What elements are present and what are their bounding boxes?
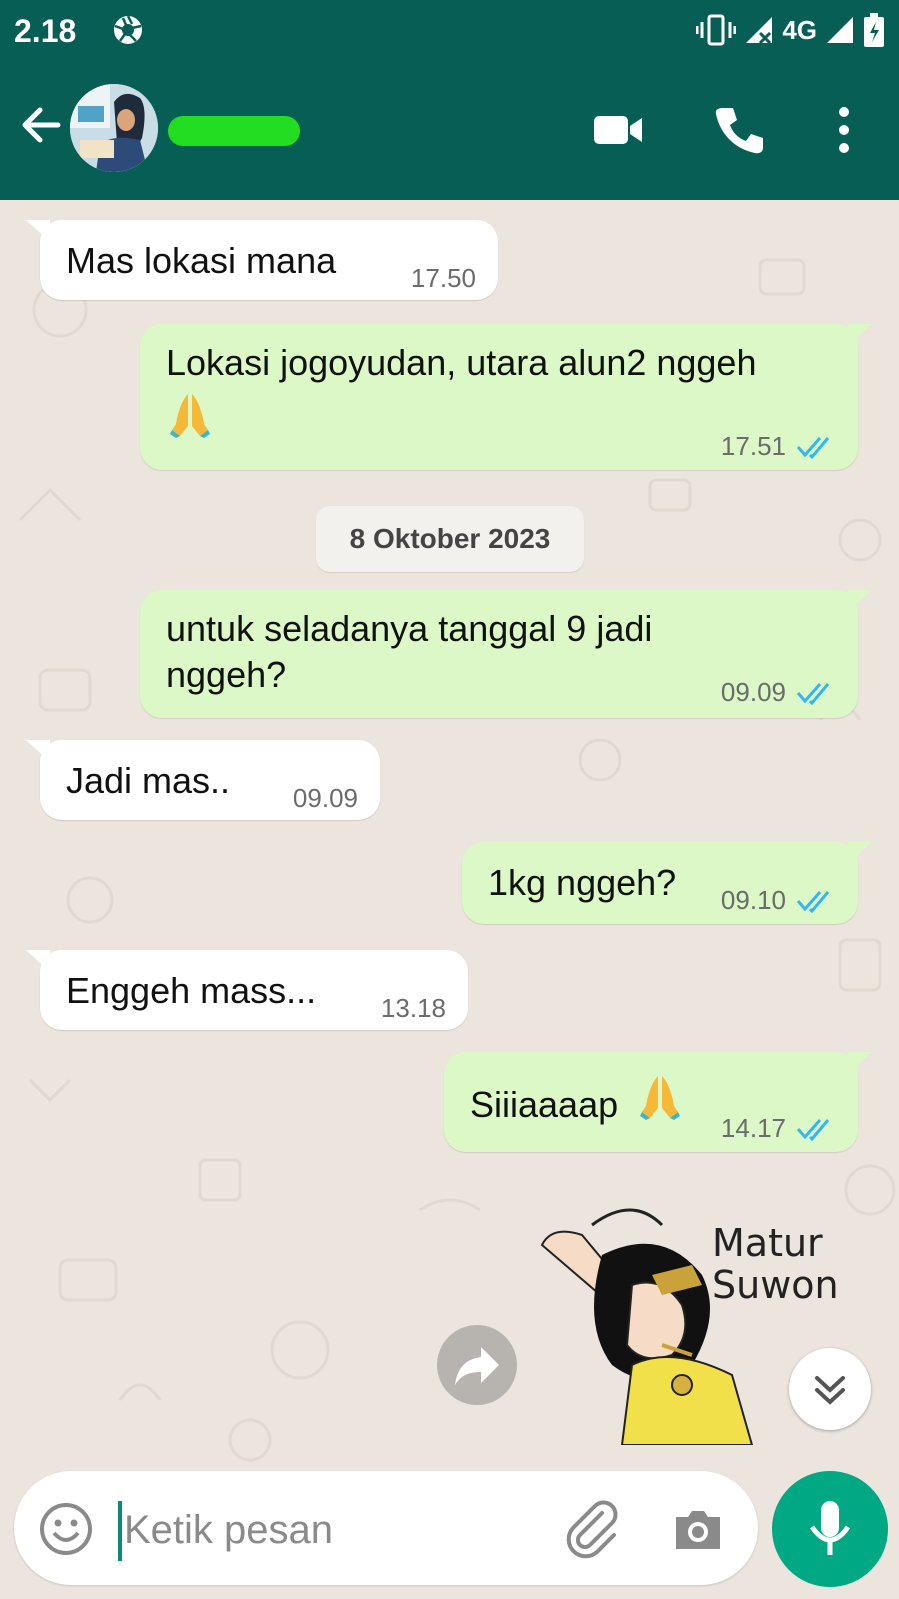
app-header: 2.18 4G Anila [0,0,899,200]
message-time: 17.51 [720,431,786,461]
scroll-to-bottom-button[interactable] [789,1348,871,1430]
message-meta: 09.09 [721,676,836,709]
message-incoming[interactable]: Mas lokasi mana 17.50 [26,220,498,300]
message-outgoing[interactable]: untuk seladanya tanggal 9 jadi nggeh? 09… [140,590,872,718]
status-time: 2.18 [14,13,77,49]
message-time: 17.50 [410,263,476,293]
read-receipt-icon [796,890,830,913]
forward-icon [455,1347,499,1385]
message-meta: 09.09 [293,782,358,815]
voice-record-button[interactable] [772,1471,888,1587]
signal-icon-2 [827,17,853,43]
message-time: 14.17 [720,1113,786,1143]
chat-header: Anila [0,62,899,200]
message-time: 09.10 [720,885,786,915]
folded-hands-emoji [640,1076,680,1120]
contact-name[interactable]: Anila [168,116,300,146]
bubble-tail [848,1052,872,1074]
more-options-icon[interactable] [818,104,870,156]
network-type: 4G [782,14,817,45]
message-meta: 17.50 [411,262,476,295]
message-text: Mas lokasi mana [66,240,337,281]
sticker-caption: Matur Suwon [712,1222,839,1306]
emoji-icon[interactable] [38,1501,94,1557]
status-bar: 2.18 4G [0,0,899,62]
bubble-tail [848,590,872,612]
contact-avatar[interactable] [70,84,158,172]
message-text-line-1: untuk seladanya tanggal 9 jadi [166,608,653,649]
message-text: Lokasi jogoyudan, utara alun2 nggeh [166,342,757,383]
message-time: 09.09 [720,677,786,707]
camera-icon[interactable] [670,1501,726,1557]
message-text: Siiiaaaap [470,1084,619,1125]
message-input[interactable] [122,1497,526,1563]
read-receipt-icon [796,682,830,705]
bubble-tail [848,324,872,346]
forward-button[interactable] [437,1325,517,1405]
chat-area[interactable]: Mas lokasi mana 17.50 Lokasi jogoyudan, … [0,200,899,1470]
microphone-icon [809,1501,851,1555]
signal-icon [746,17,773,45]
message-outgoing[interactable]: 1kg nggeh? 09.10 [462,842,872,924]
bubble-tail [26,220,50,242]
date-divider: 8 Oktober 2023 [316,506,584,572]
message-meta: 14.17 [721,1112,836,1145]
bubble-tail [26,740,50,762]
vibrate-icon [696,14,737,46]
read-receipt-icon [796,436,830,459]
bubble-tail [848,842,872,864]
video-call-icon[interactable] [592,104,644,156]
message-text-line-2: nggeh? [166,654,287,695]
status-icons: 4G [696,12,885,48]
message-text: 1kg nggeh? [488,862,677,903]
message-text: Jadi mas.. [66,760,231,801]
sticker-caption-line-2: Suwon [712,1263,839,1307]
chevron-double-down-icon [815,1376,845,1405]
message-time: 13.18 [380,993,446,1023]
bubble-tail [26,950,50,972]
camera-shutter-icon [114,15,142,44]
message-meta: 17.51 [721,430,836,463]
avatar-photo [70,84,158,172]
message-incoming[interactable]: Enggeh mass... 13.18 [26,950,468,1030]
message-meta: 13.18 [381,992,446,1025]
read-receipt-icon [796,1118,830,1141]
sticker-caption-line-1: Matur [712,1221,823,1265]
voice-call-icon[interactable] [713,104,765,156]
folded-hands-emoji [170,394,210,438]
message-outgoing[interactable]: Lokasi jogoyudan, utara alun2 nggeh 17.5… [140,324,872,470]
attachment-paperclip-icon[interactable] [562,1499,622,1559]
message-text: Enggeh mass... [66,970,317,1011]
back-arrow-icon[interactable] [18,102,64,148]
message-meta: 09.10 [721,884,836,917]
message-incoming[interactable]: Jadi mas.. 09.09 [26,740,380,820]
message-composer [14,1471,758,1585]
message-outgoing[interactable]: Siiiaaaap 14.17 [444,1052,872,1152]
battery-icon [864,13,884,47]
message-time: 09.09 [292,783,358,813]
